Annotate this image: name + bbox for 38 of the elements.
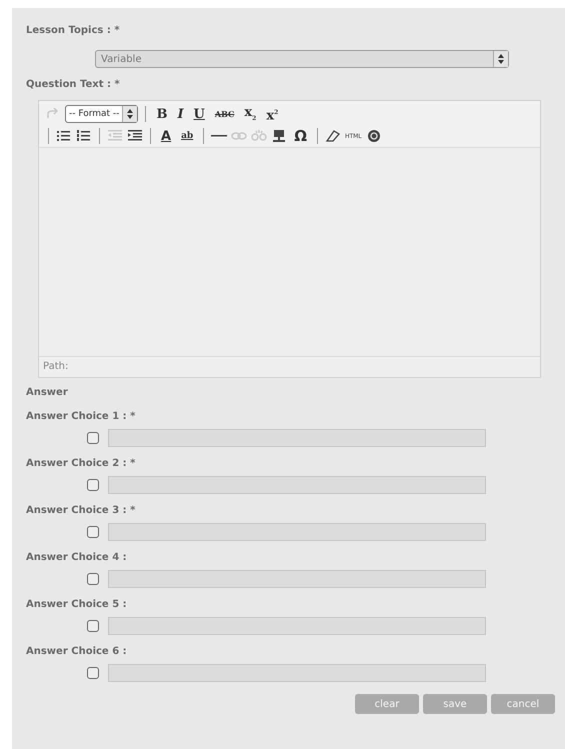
- answer-checkbox[interactable]: [87, 667, 99, 679]
- indent-icon[interactable]: [127, 129, 143, 143]
- superscript-button[interactable]: x$^{2}$: [263, 104, 282, 124]
- field-label: Answer Choice 4 :: [26, 551, 128, 565]
- answer-input-field[interactable]: [108, 476, 486, 494]
- answer-input-field[interactable]: [108, 429, 486, 447]
- answer-checkbox[interactable]: [87, 620, 99, 632]
- answer-checkbox[interactable]: [87, 526, 99, 538]
- answer-input-field[interactable]: [108, 570, 486, 588]
- field-label: Lesson Topics : *: [26, 24, 121, 38]
- answer-checkbox[interactable]: [87, 432, 99, 444]
- special-character-button[interactable]: Ω: [291, 127, 310, 145]
- numbered-list-icon[interactable]: [76, 129, 92, 143]
- answer-checkbox[interactable]: [87, 573, 99, 585]
- strikethrough-button[interactable]: ABC: [212, 109, 238, 119]
- underline-button[interactable]: U: [190, 106, 208, 122]
- bullet-list-icon[interactable]: [56, 129, 72, 143]
- field-label: Answer Choice 6 :: [26, 645, 128, 659]
- answer-input-field[interactable]: [108, 617, 486, 635]
- field-label: Answer Choice 2 : *: [26, 457, 136, 471]
- italic-button[interactable]: I: [174, 106, 187, 122]
- answer-input-field[interactable]: [108, 664, 486, 682]
- field-label: Question Text : *: [26, 78, 121, 92]
- bold-button[interactable]: B: [153, 106, 170, 122]
- highlight-button[interactable]: ab: [178, 131, 196, 141]
- text-color-button[interactable]: A: [158, 128, 174, 144]
- answer-checkbox[interactable]: [87, 479, 99, 491]
- spinner-arrows-icon: [127, 109, 134, 119]
- answer-input-field[interactable]: [108, 523, 486, 541]
- field-label: Answer Choice 3 : *: [26, 504, 136, 518]
- image-icon[interactable]: [271, 129, 288, 143]
- format-select[interactable]: -- Format --: [65, 105, 138, 123]
- section-heading: Answer: [26, 386, 69, 400]
- spinner-arrows-icon: [498, 54, 504, 64]
- path-label: Path:: [39, 356, 540, 377]
- field-label: Answer Choice 1 : *: [26, 410, 136, 424]
- subscript-button[interactable]: x$_{2}$: [241, 105, 260, 123]
- field-label: Answer Choice 5 :: [26, 598, 128, 612]
